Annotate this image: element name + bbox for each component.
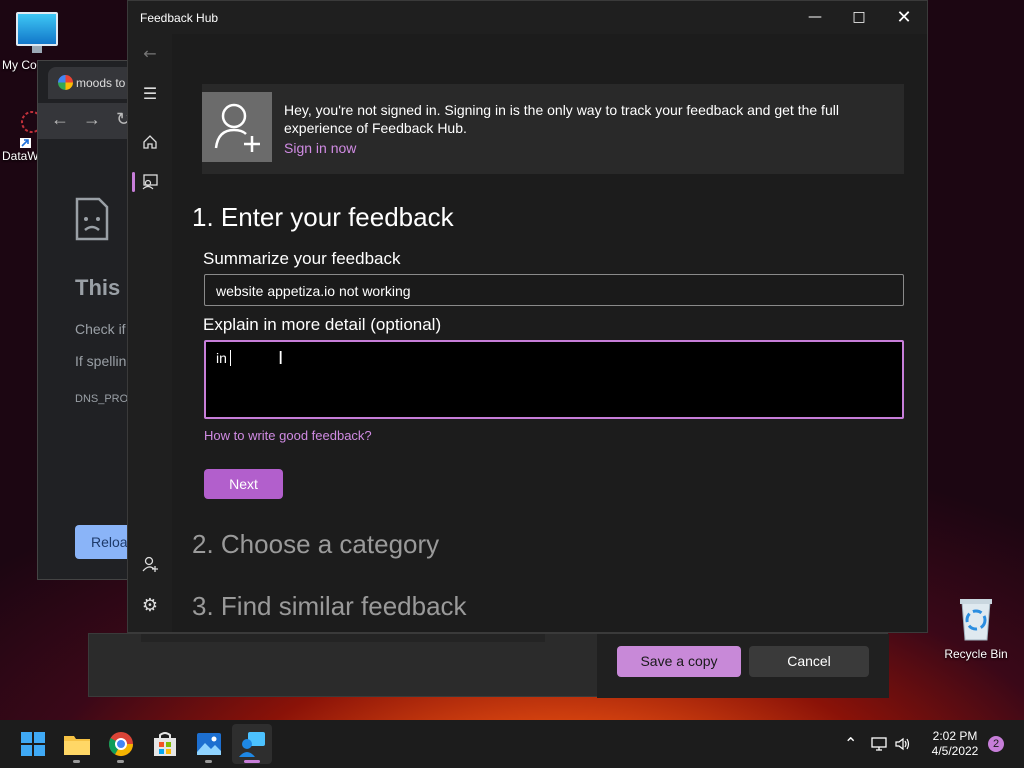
signin-link[interactable]: Sign in now [284,139,884,157]
selected-indicator [132,172,135,192]
sad-page-icon [75,197,109,241]
network-icon[interactable] [870,736,888,755]
cancel-button[interactable]: Cancel [749,646,869,677]
dialog-shadow-strip [141,634,545,642]
google-icon [58,75,73,90]
summary-label: Summarize your feedback [203,249,401,268]
forward-arrow-icon[interactable]: → [83,109,101,130]
minimize-button[interactable]: — [792,1,838,34]
clock[interactable]: 2:02 PM 4/5/2022 [924,729,986,759]
back-arrow-icon[interactable]: ← [51,109,69,130]
error-code: DNS_PRO [75,393,129,405]
signin-message-block: Hey, you're not signed in. Signing in is… [284,101,884,157]
running-indicator [205,760,212,763]
home-icon[interactable] [138,130,162,154]
error-line-1: Check if [75,321,126,337]
main-content: Hey, you're not signed in. Signing in is… [172,34,927,632]
error-line-2: If spellin [75,353,127,369]
detail-label: Explain in more detail (optional) [203,315,442,334]
nav-rail: ← ☰ ⚙ [128,34,172,632]
i-beam-cursor-icon: I [278,348,284,369]
monitor-icon [16,12,58,53]
step-2-heading[interactable]: 2. Choose a category [192,529,439,560]
background-dialog: Save a copy Cancel [88,633,889,698]
browser-tab[interactable]: moods to [48,67,136,99]
notification-badge[interactable]: 2 [988,736,1004,752]
feedback-hub-taskbar-icon[interactable] [236,728,268,763]
help-link[interactable]: How to write good feedback? [204,428,372,443]
browser-tab-title: moods to [76,76,126,90]
detail-text: in [216,350,227,366]
detail-textarea[interactable]: in I [204,340,904,419]
clock-date: 4/5/2022 [931,744,979,758]
signin-message: Hey, you're not signed in. Signing in is… [284,102,839,136]
save-copy-button[interactable]: Save a copy [617,646,741,677]
settings-gear-icon[interactable]: ⚙ [138,594,162,618]
photos-icon[interactable] [193,728,225,763]
text-caret [229,350,231,366]
add-user-icon [214,103,260,152]
browser-navbar: ← → ↻ [38,103,136,139]
summary-input[interactable]: website appetiza.io not working [204,274,904,306]
running-indicator [73,760,80,763]
add-user-icon[interactable] [138,552,162,576]
desktop-icon-recycle-bin[interactable]: Recycle Bin [940,596,1012,661]
feedback-icon[interactable] [138,170,162,194]
next-button[interactable]: Next [204,469,283,499]
feedback-hub-window: Feedback Hub — □ ✕ ← ☰ ⚙ Hey, you're not… [127,0,928,633]
window-title: Feedback Hub [140,11,219,25]
step-1-heading[interactable]: 1. Enter your feedback [192,202,454,233]
volume-icon[interactable] [894,736,912,755]
running-indicator [117,760,124,763]
dialog-footer: Save a copy Cancel [597,634,889,698]
taskbar: ⌃ 2:02 PM 4/5/2022 2 [0,720,1024,768]
browser-tabbar: moods to [38,61,136,103]
back-arrow-icon[interactable]: ← [138,42,162,66]
close-button[interactable]: ✕ [881,1,927,34]
active-indicator [244,760,260,763]
clock-time: 2:02 PM [932,729,978,743]
file-explorer-icon[interactable] [61,728,93,763]
browser-window[interactable]: moods to ← → ↻ This s Check if If spelli… [37,60,137,580]
start-windows-icon[interactable] [17,728,49,760]
avatar-placeholder [202,92,272,162]
microsoft-store-icon[interactable] [149,728,181,760]
maximize-button[interactable]: □ [836,1,882,34]
desktop-icon-label: Recycle Bin [944,647,1008,661]
browser-error-page: This s Check if If spellin DNS_PRO Reloa [38,139,136,579]
step-3-heading[interactable]: 3. Find similar feedback [192,591,467,622]
title-bar: Feedback Hub — □ ✕ [128,1,927,34]
hamburger-menu-icon[interactable]: ☰ [138,82,162,106]
recycle-bin-icon [960,599,992,641]
signin-banner: Hey, you're not signed in. Signing in is… [202,84,904,174]
show-hidden-icons-chevron-up-icon[interactable]: ⌃ [844,734,857,753]
chrome-icon[interactable] [105,728,137,763]
